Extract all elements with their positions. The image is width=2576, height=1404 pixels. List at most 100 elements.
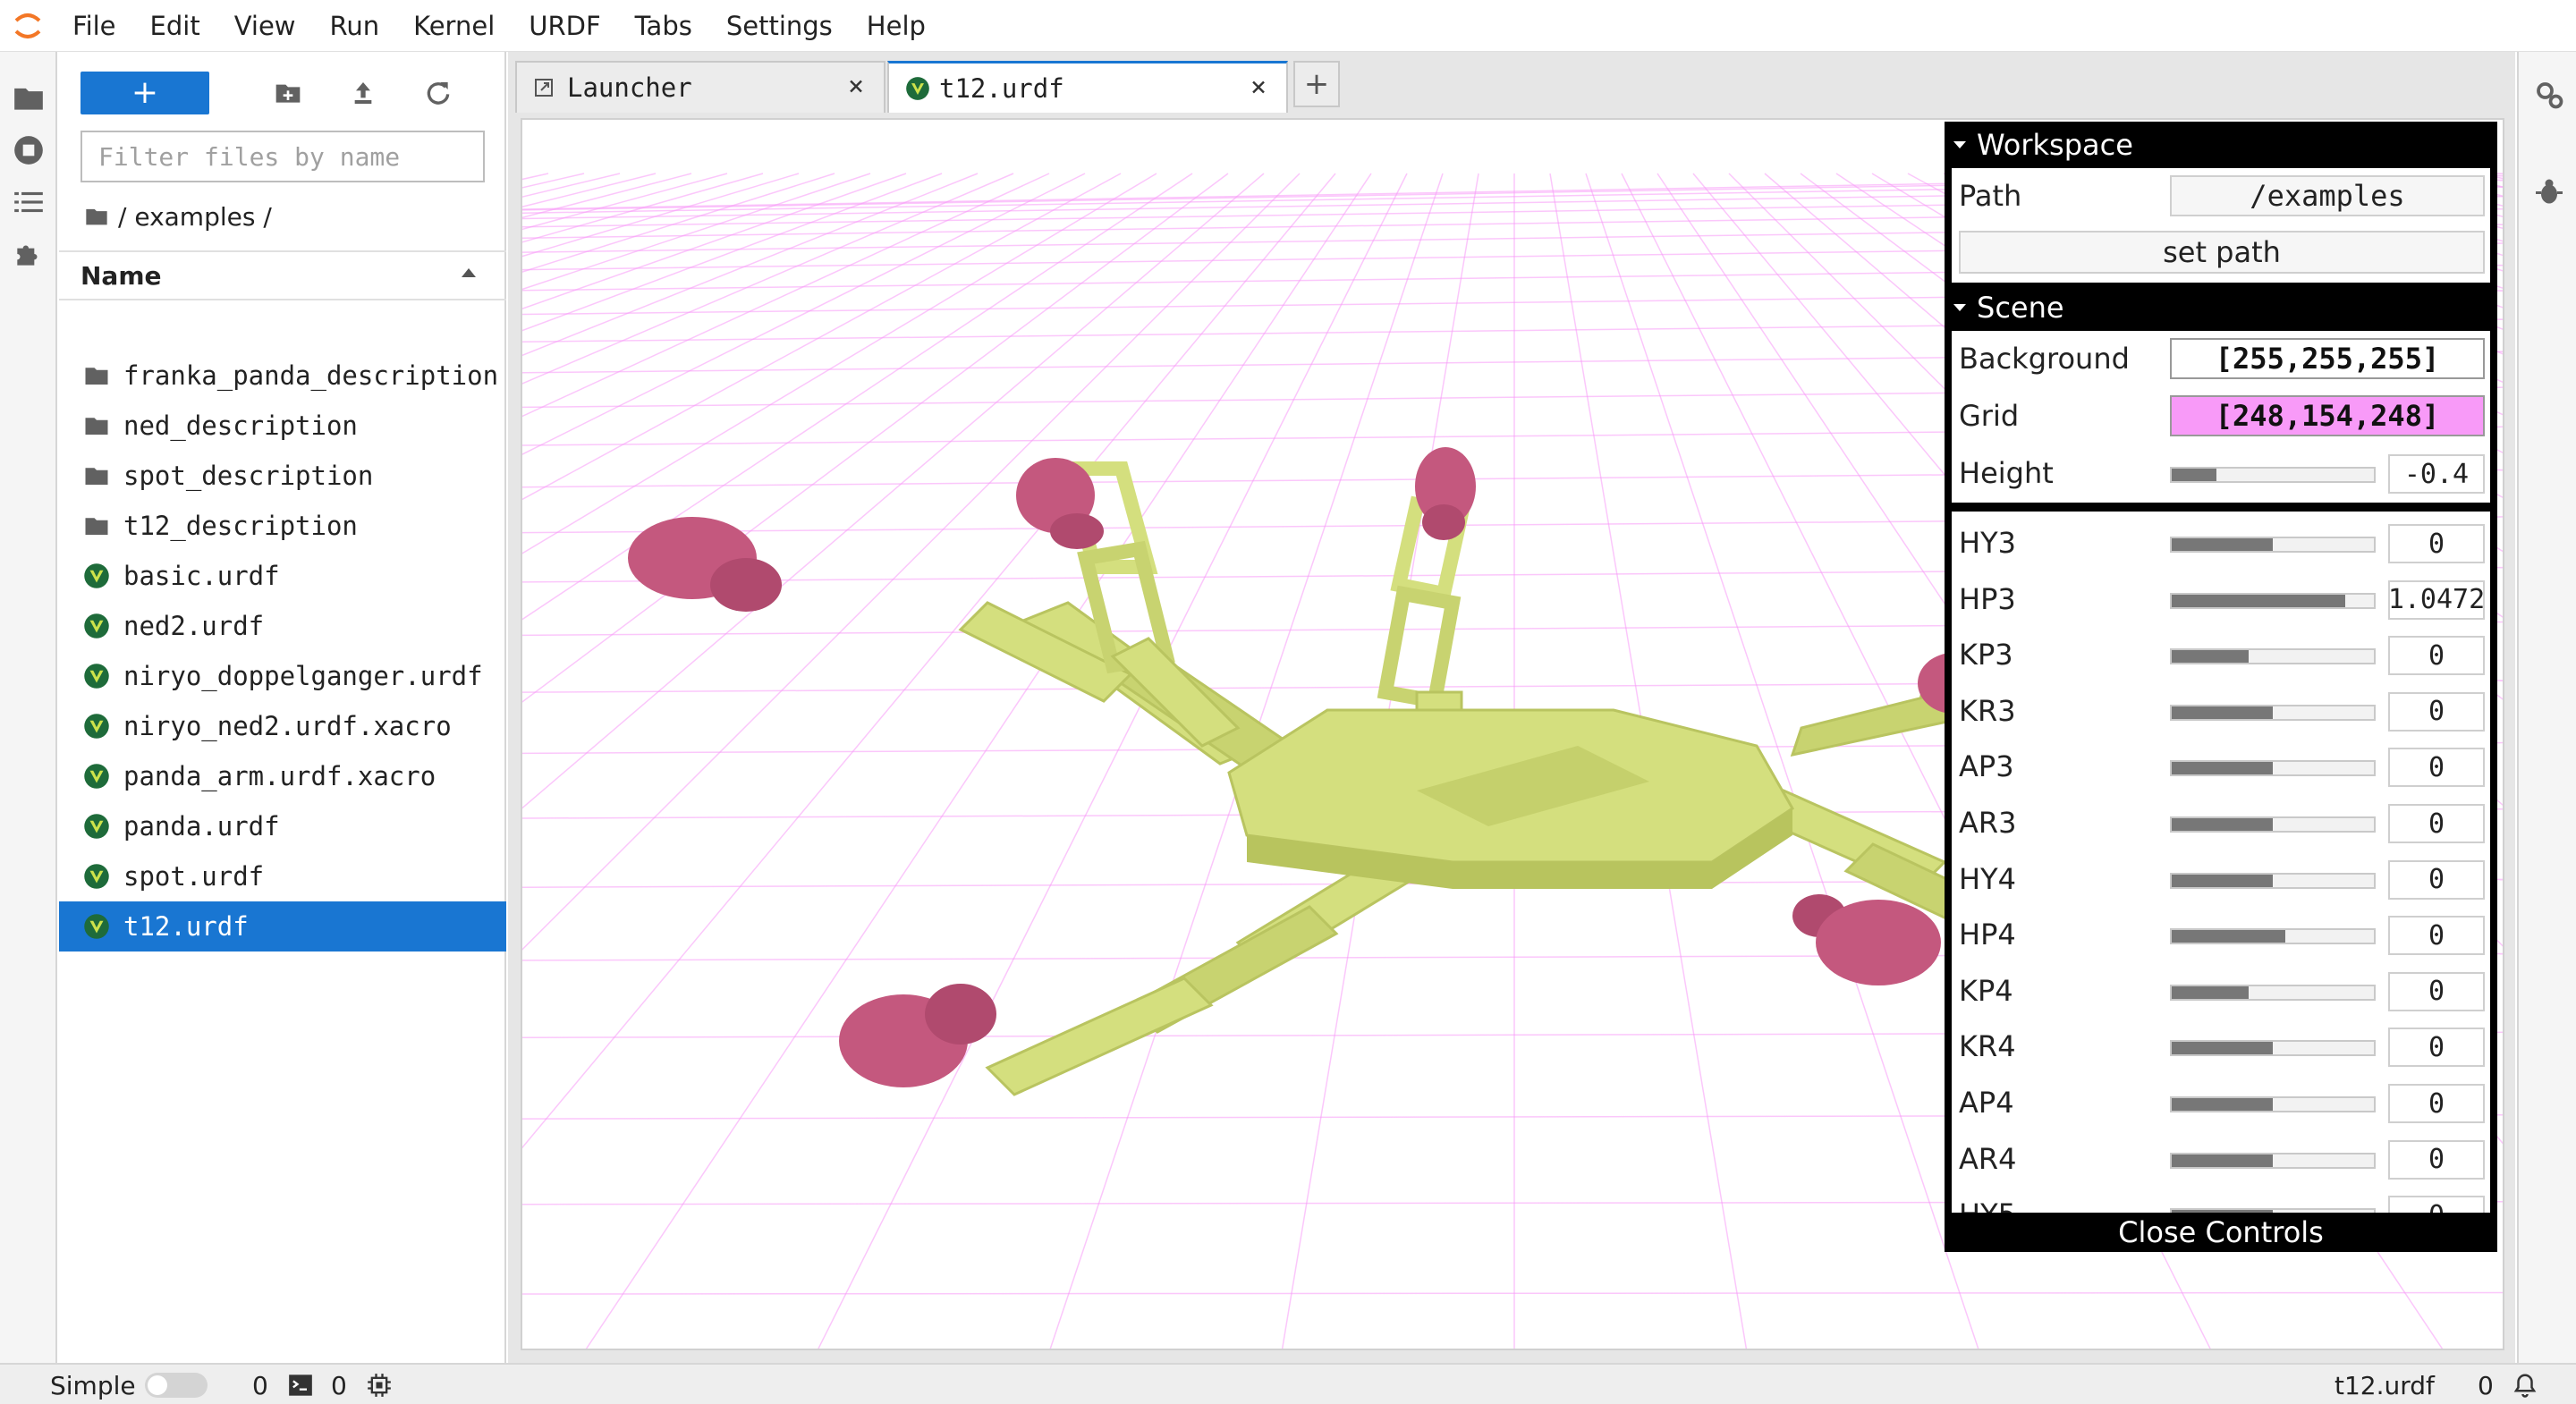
joint-slider[interactable] <box>2170 984 2376 1001</box>
joint-value-input[interactable]: 0 <box>2388 916 2485 956</box>
joint-label: AR4 <box>1959 1141 2017 1176</box>
notification-bell-icon[interactable] <box>2512 1365 2538 1404</box>
joint-value-input[interactable]: 0 <box>2388 748 2485 788</box>
joint-value-input[interactable]: 0 <box>2388 971 2485 1011</box>
column-name-header[interactable]: Name <box>80 261 162 291</box>
close-controls-button[interactable]: Close Controls <box>1945 1213 2497 1252</box>
joint-value-input[interactable]: 0 <box>2388 804 2485 843</box>
menu-run[interactable]: Run <box>313 0 397 52</box>
terminals-count[interactable]: 0 <box>252 1365 268 1404</box>
notifications-count[interactable]: 0 <box>2478 1365 2494 1404</box>
file-list-header[interactable]: Name <box>59 250 506 300</box>
urdf-file-icon <box>82 812 111 841</box>
grid-color-picker[interactable]: [248,154,248] <box>2170 395 2485 436</box>
tab-t12-urdf[interactable]: t12.urdf × <box>887 61 1288 113</box>
joint-value-input[interactable]: 0 <box>2388 1196 2485 1213</box>
file-list-item[interactable]: niryo_ned2.urdf.xacro <box>59 701 506 751</box>
file-list-item[interactable]: spot.urdf <box>59 851 506 901</box>
menu-tabs[interactable]: Tabs <box>618 0 709 52</box>
slider-fill <box>2172 1042 2273 1055</box>
joint-slider[interactable] <box>2170 816 2376 833</box>
joint-slider[interactable] <box>2170 704 2376 721</box>
height-row: Height -0.4 <box>1952 445 2490 501</box>
joint-value-input[interactable]: 1.0472 <box>2388 579 2485 620</box>
running-sessions-icon[interactable] <box>7 129 50 172</box>
height-slider[interactable] <box>2170 467 2376 483</box>
file-name: t12_description <box>123 511 358 541</box>
file-name: niryo_doppelganger.urdf <box>123 661 483 691</box>
kernels-count[interactable]: 0 <box>331 1365 347 1404</box>
file-filter-input[interactable] <box>80 131 485 182</box>
simple-mode-toggle[interactable] <box>145 1365 208 1404</box>
add-tab-button[interactable]: + <box>1293 61 1340 107</box>
joint-slider[interactable] <box>2170 592 2376 609</box>
joint-slider[interactable] <box>2170 928 2376 945</box>
file-list-item[interactable]: t12.urdf <box>59 901 506 952</box>
path-input[interactable]: /examples <box>2170 175 2485 216</box>
joint-row-hy5: HY5 0 <box>1952 1187 2490 1213</box>
joint-row-ar4: AR4 0 <box>1952 1131 2490 1187</box>
urdf-3d-viewer[interactable]: Workspace Path /examples set path Scene … <box>521 118 2504 1350</box>
background-color-picker[interactable]: [255,255,255] <box>2170 338 2485 379</box>
joint-value-input[interactable]: 0 <box>2388 524 2485 563</box>
file-list-item[interactable]: ned_description <box>59 401 506 451</box>
joint-slider[interactable] <box>2170 1152 2376 1169</box>
file-list-item[interactable]: basic.urdf <box>59 551 506 601</box>
joint-slider[interactable] <box>2170 872 2376 889</box>
joint-value-input[interactable]: 0 <box>2388 691 2485 732</box>
breadcrumb[interactable]: / examples / <box>84 197 272 236</box>
new-folder-icon[interactable] <box>268 73 308 113</box>
file-list-item[interactable]: niryo_doppelganger.urdf <box>59 651 506 701</box>
breadcrumb-path[interactable]: / examples / <box>118 202 272 232</box>
menu-urdf[interactable]: URDF <box>512 0 617 52</box>
caret-down-icon <box>1953 141 1966 148</box>
height-value-input[interactable]: -0.4 <box>2388 454 2485 494</box>
scene-section-header[interactable]: Scene <box>1945 284 2497 331</box>
slider-fill <box>2172 818 2273 831</box>
menu-help[interactable]: Help <box>850 0 943 52</box>
joint-slider[interactable] <box>2170 648 2376 665</box>
property-inspector-gear-icon[interactable] <box>2529 75 2569 114</box>
folder-icon[interactable] <box>7 77 50 120</box>
joint-label: HY5 <box>1959 1187 2016 1213</box>
slider-fill <box>2172 538 2273 551</box>
file-list-item[interactable]: t12_description <box>59 501 506 551</box>
set-path-button[interactable]: set path <box>1959 231 2485 274</box>
joint-value-input[interactable]: 0 <box>2388 1139 2485 1180</box>
file-name: basic.urdf <box>123 561 280 591</box>
tab-launcher[interactable]: Launcher × <box>515 61 886 113</box>
joint-value-input[interactable]: 0 <box>2388 636 2485 676</box>
table-of-contents-icon[interactable] <box>7 181 50 224</box>
grid-row: Grid [248,154,248] <box>1952 388 2490 444</box>
joint-slider[interactable] <box>2170 1096 2376 1112</box>
joint-label: HY4 <box>1959 861 2016 896</box>
close-icon[interactable]: × <box>1245 74 1272 101</box>
workspace-section-header[interactable]: Workspace <box>1945 122 2497 168</box>
close-icon[interactable]: × <box>843 73 869 100</box>
file-list-item[interactable]: panda.urdf <box>59 801 506 851</box>
joint-slider[interactable] <box>2170 537 2376 553</box>
extension-puzzle-icon[interactable] <box>7 233 50 275</box>
file-list-item[interactable]: spot_description <box>59 451 506 501</box>
new-launcher-button[interactable]: + <box>80 72 209 114</box>
menu-view[interactable]: View <box>217 0 313 52</box>
terminal-icon[interactable] <box>288 1365 313 1404</box>
debugger-bug-icon[interactable] <box>2529 172 2569 211</box>
joint-slider[interactable] <box>2170 760 2376 777</box>
joint-value-input[interactable]: 0 <box>2388 1084 2485 1123</box>
kernel-chip-icon[interactable] <box>367 1365 392 1404</box>
joint-value-input[interactable]: 0 <box>2388 859 2485 900</box>
file-list-item[interactable]: ned2.urdf <box>59 601 506 651</box>
file-list-item[interactable]: franka_panda_description <box>59 351 506 401</box>
file-list-item[interactable]: panda_arm.urdf.xacro <box>59 751 506 801</box>
upload-icon[interactable] <box>343 73 383 113</box>
refresh-icon[interactable] <box>419 73 458 113</box>
menu-kernel[interactable]: Kernel <box>396 0 512 52</box>
joint-slider[interactable] <box>2170 1040 2376 1057</box>
slider-fill <box>2172 930 2285 943</box>
menu-settings[interactable]: Settings <box>709 0 850 52</box>
menu-file[interactable]: File <box>55 0 133 52</box>
menu-edit[interactable]: Edit <box>133 0 217 52</box>
joint-value-input[interactable]: 0 <box>2388 1028 2485 1068</box>
sort-ascending-icon[interactable] <box>462 268 476 277</box>
